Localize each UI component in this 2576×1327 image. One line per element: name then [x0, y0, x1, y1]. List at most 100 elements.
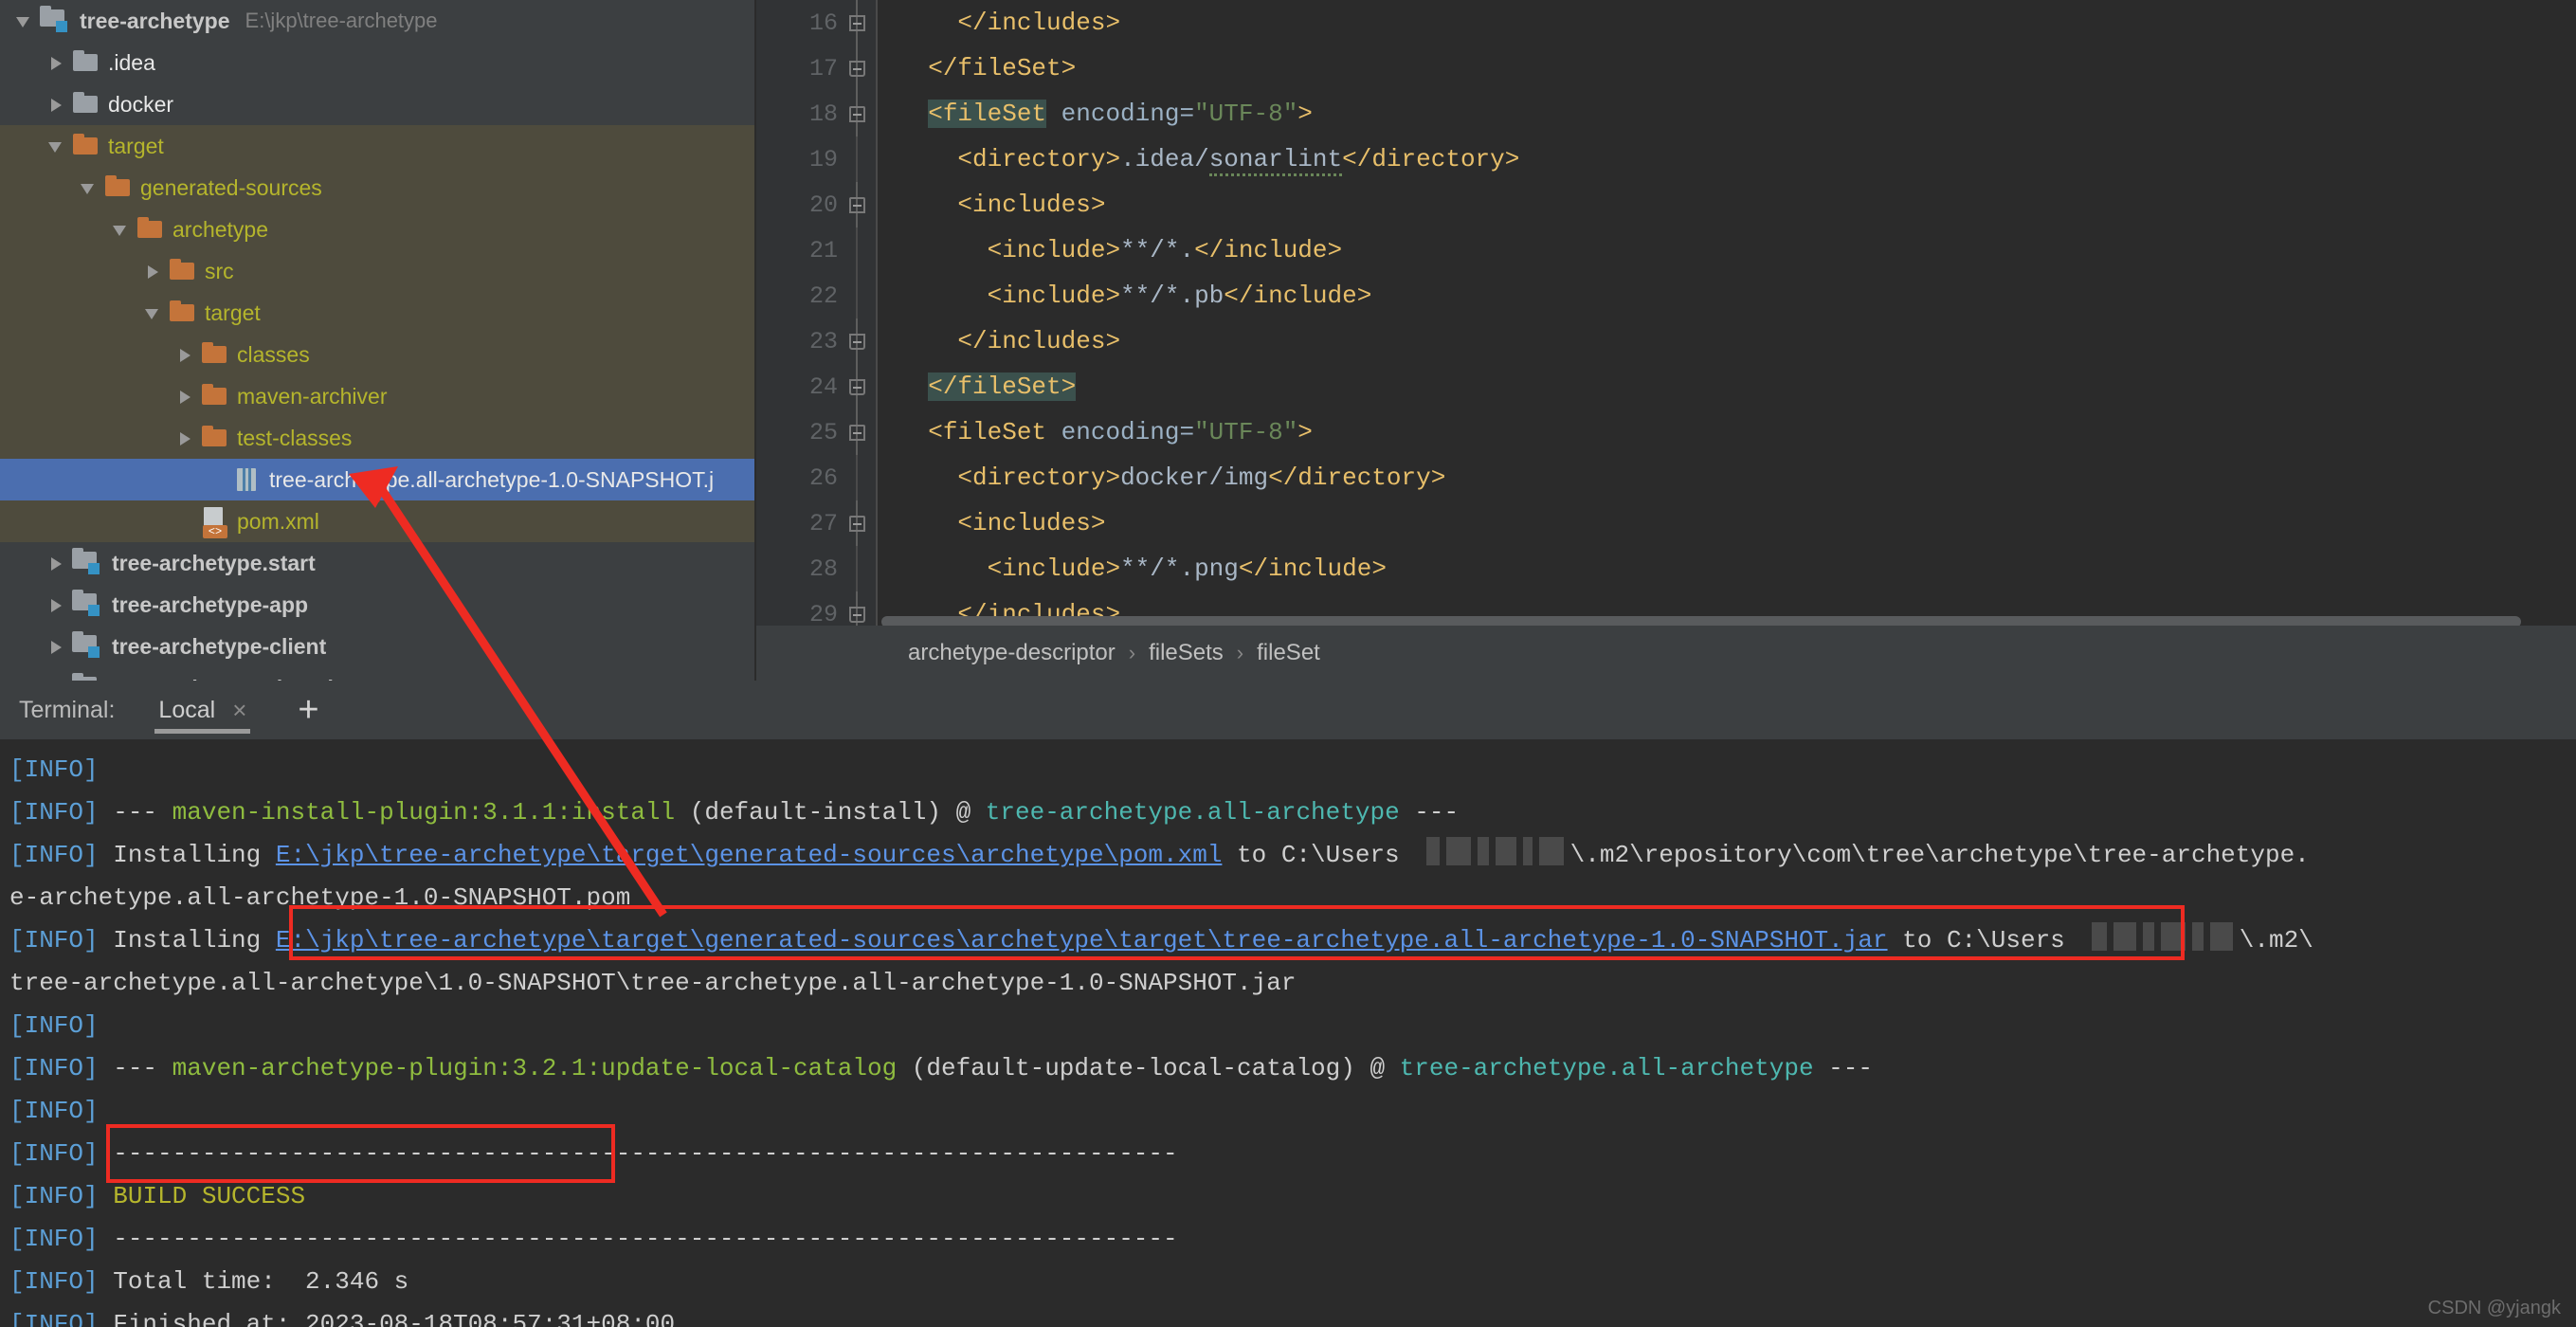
code-line[interactable]: 20 <includes> [756, 182, 2576, 227]
fold-gutter[interactable] [838, 546, 878, 591]
chevron-right-icon[interactable] [45, 542, 70, 584]
terminal-tab-local[interactable]: Local × [154, 681, 251, 739]
fold-toggle-icon[interactable] [849, 106, 865, 122]
code-line[interactable]: 28 <include>**/*.png</include> [756, 546, 2576, 591]
code-line[interactable]: 22 <include>**/*.pb</include> [756, 273, 2576, 318]
chevron-right-icon[interactable] [45, 626, 70, 667]
code-area[interactable]: 16 </includes> 17 </fileSet> 18 <fileSet e… [756, 0, 2576, 637]
project-tool-window[interactable]: tree-archetype E:\jkp\tree-archetype .idea… [0, 0, 756, 681]
tree-node-target[interactable]: target [0, 292, 756, 334]
fold-gutter[interactable] [838, 136, 878, 182]
fold-toggle-icon[interactable] [849, 197, 865, 213]
tree-node--idea[interactable]: .idea [0, 42, 756, 83]
terminal-output[interactable]: [INFO] [INFO] --- maven-install-plugin:3.… [0, 739, 2576, 1327]
chevron-right-icon[interactable] [45, 584, 70, 626]
tree-node-target[interactable]: target [0, 125, 756, 167]
code-line[interactable]: 27 <includes> [756, 500, 2576, 546]
chevron-down-icon[interactable] [13, 0, 38, 42]
code-line[interactable]: 16 </includes> [756, 0, 2576, 45]
fold-toggle-icon[interactable] [849, 379, 865, 395]
line-number: 19 [808, 145, 838, 173]
fold-gutter[interactable] [838, 409, 878, 455]
chevron-right-icon[interactable] [174, 417, 199, 459]
fold-gutter[interactable] [838, 364, 878, 409]
code-line[interactable]: 21 <include>**/*.</include> [756, 227, 2576, 273]
terminal-tool-window[interactable]: Terminal: Local × + [INFO] [INFO] --- mav… [0, 681, 2576, 1327]
code-text[interactable]: </includes> [878, 327, 1120, 355]
chevron-right-icon[interactable] [174, 334, 199, 375]
line-number: 18 [808, 100, 838, 128]
chevron-down-icon[interactable] [110, 209, 135, 250]
fold-toggle-icon[interactable] [849, 516, 865, 532]
chevron-down-icon[interactable] [45, 125, 70, 167]
chevron-right-icon[interactable] [45, 667, 70, 681]
code-line[interactable]: 25 <fileSet encoding="UTF-8"> [756, 409, 2576, 455]
code-text[interactable]: <includes> [878, 509, 1105, 537]
fold-toggle-icon[interactable] [849, 61, 865, 77]
code-line[interactable]: 18 <fileSet encoding="UTF-8"> [756, 91, 2576, 136]
code-line[interactable]: 19 <directory>.idea/sonarlint</directory… [756, 136, 2576, 182]
chevron-down-icon[interactable] [142, 292, 167, 334]
code-text[interactable]: <include>**/*.png</include> [878, 554, 1387, 583]
terminal-path-link[interactable]: E:\jkp\tree-archetype\target\generated-s… [276, 841, 1223, 869]
breadcrumb[interactable]: archetype-descriptor › fileSets › fileSet [756, 626, 2576, 681]
tree-node-tree-archetype-app[interactable]: tree-archetype-app [0, 584, 756, 626]
code-line[interactable]: 23 </includes> [756, 318, 2576, 364]
chevron-right-icon[interactable] [45, 83, 70, 125]
code-text[interactable]: </includes> [878, 9, 1120, 37]
code-text[interactable]: <fileSet encoding="UTF-8"> [878, 100, 1313, 128]
code-text[interactable]: <include>**/*.pb</include> [878, 282, 1372, 310]
terminal-text: \.m2\ [2239, 926, 2313, 954]
terminal-path-link[interactable]: E:\jkp\tree-archetype\target\generated-s… [276, 926, 1888, 954]
code-text[interactable]: <fileSet encoding="UTF-8"> [878, 418, 1313, 446]
fold-gutter[interactable] [838, 0, 878, 45]
tree-node-src[interactable]: src [0, 250, 756, 292]
breadcrumb-item[interactable]: fileSet [1257, 640, 1320, 666]
breadcrumb-item[interactable]: archetype-descriptor [908, 640, 1116, 666]
fold-gutter[interactable] [838, 273, 878, 318]
fold-gutter[interactable] [838, 91, 878, 136]
add-terminal-icon[interactable]: + [298, 692, 318, 728]
tree-node-tree-archetype-start[interactable]: tree-archetype.start [0, 542, 756, 584]
breadcrumb-item[interactable]: fileSets [1149, 640, 1224, 666]
code-line[interactable]: 26 <directory>docker/img</directory> [756, 455, 2576, 500]
tree-node-docker[interactable]: docker [0, 83, 756, 125]
tree-node-maven-archiver[interactable]: maven-archiver [0, 375, 756, 417]
fold-gutter[interactable] [838, 455, 878, 500]
close-icon[interactable]: × [232, 696, 246, 725]
fold-gutter[interactable] [838, 318, 878, 364]
code-text[interactable]: <directory>.idea/sonarlint</directory> [878, 145, 1519, 176]
fold-gutter[interactable] [838, 45, 878, 91]
chevron-right-icon[interactable] [142, 250, 167, 292]
fold-gutter[interactable] [838, 500, 878, 546]
redacted-username [1400, 837, 1570, 869]
code-text[interactable]: <directory>docker/img</directory> [878, 464, 1445, 492]
tree-node-pom-xml[interactable]: <> pom.xml [0, 500, 756, 542]
code-line[interactable]: 17 </fileSet> [756, 45, 2576, 91]
code-text[interactable]: </fileSet> [878, 373, 1077, 401]
fold-toggle-icon[interactable] [849, 607, 865, 623]
fold-toggle-icon[interactable] [849, 334, 865, 350]
terminal-tab-bar[interactable]: Terminal: Local × + [0, 681, 2576, 739]
chevron-right-icon[interactable] [45, 42, 70, 83]
code-text[interactable]: </fileSet> [878, 54, 1076, 82]
editor-pane[interactable]: 16 </includes> 17 </fileSet> 18 <fileSet e… [756, 0, 2576, 681]
chevron-down-icon[interactable] [78, 167, 102, 209]
fold-gutter[interactable] [838, 182, 878, 227]
fold-toggle-icon[interactable] [849, 15, 865, 31]
tree-node-classes[interactable]: classes [0, 334, 756, 375]
code-text[interactable]: <include>**/*.</include> [878, 236, 1343, 264]
tree-node-generated-sources[interactable]: generated-sources [0, 167, 756, 209]
tree-node-archetype[interactable]: archetype [0, 209, 756, 250]
project-tree[interactable]: tree-archetype E:\jkp\tree-archetype .idea… [0, 0, 756, 681]
tree-node-tree-archetype-client[interactable]: tree-archetype-client [0, 626, 756, 667]
tree-node-tree-archetype[interactable]: tree-archetype E:\jkp\tree-archetype [0, 0, 756, 42]
code-text[interactable]: <includes> [878, 191, 1105, 219]
fold-toggle-icon[interactable] [849, 425, 865, 441]
chevron-right-icon[interactable] [174, 375, 199, 417]
fold-gutter[interactable] [838, 227, 878, 273]
code-line[interactable]: 24 </fileSet> [756, 364, 2576, 409]
tree-node-tree-archetype-domain[interactable]: tree-archetype-domain [0, 667, 756, 681]
tree-node-tree-archetype-all-archetype-1-0-snapshot-j[interactable]: tree-archetype.all-archetype-1.0-SNAPSHO… [0, 459, 756, 500]
tree-node-test-classes[interactable]: test-classes [0, 417, 756, 459]
